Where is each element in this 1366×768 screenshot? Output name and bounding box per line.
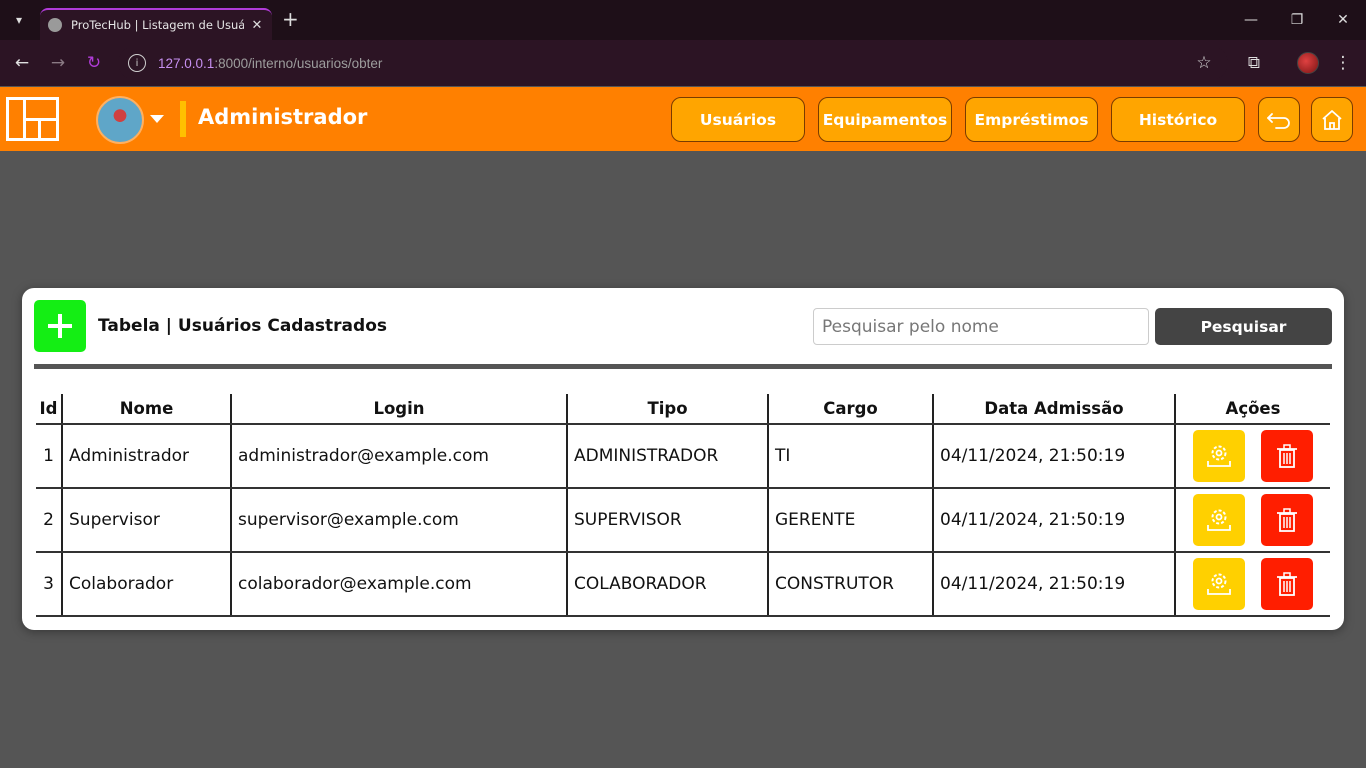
- cell-data-admissao: 04/11/2024, 21:50:19: [932, 552, 1175, 617]
- cell-nome: Supervisor: [61, 488, 231, 553]
- tab-title: ProTecHub | Listagem de Usuários: [71, 18, 244, 32]
- cell-cargo: CONSTRUTOR: [767, 552, 933, 617]
- url-text: 127.0.0.1:8000/interno/usuarios/obter: [158, 55, 383, 71]
- role-separator: [180, 101, 186, 137]
- plus-icon: [48, 314, 72, 338]
- nav-historico-button[interactable]: Histórico: [1111, 97, 1245, 142]
- gear-icon: [1207, 509, 1232, 531]
- logout-button[interactable]: [1258, 97, 1300, 142]
- delete-user-button[interactable]: [1260, 430, 1313, 482]
- minimize-icon[interactable]: —: [1240, 10, 1262, 30]
- extensions-icon[interactable]: ⧉: [1243, 52, 1265, 74]
- col-header-tipo: Tipo: [566, 394, 768, 425]
- globe-icon: [48, 18, 62, 32]
- cell-tipo: SUPERVISOR: [566, 488, 768, 553]
- close-window-icon[interactable]: ✕: [1332, 10, 1354, 30]
- logo-icon[interactable]: [6, 97, 59, 141]
- divider: [34, 364, 1332, 369]
- card-title: Tabela | Usuários Cadastrados: [98, 316, 387, 336]
- cell-login: colaborador@example.com: [230, 552, 567, 617]
- trash-icon: [1276, 508, 1297, 532]
- users-table-card: Tabela | Usuários Cadastrados Pesquisar …: [22, 288, 1344, 630]
- table-header-row: Id Nome Login Tipo Cargo Data Admissão A…: [36, 394, 1330, 425]
- trash-icon: [1276, 444, 1297, 468]
- new-tab-icon[interactable]: +: [282, 8, 299, 30]
- cell-nome: Colaborador: [61, 552, 231, 617]
- delete-user-button[interactable]: [1260, 494, 1313, 546]
- site-info-icon[interactable]: i: [128, 54, 146, 72]
- gear-icon: [1207, 573, 1232, 595]
- app-header: Administrador Usuários Equipamentos Empr…: [0, 87, 1366, 151]
- col-header-id: Id: [36, 394, 62, 425]
- cell-actions: [1174, 424, 1330, 489]
- cell-id: 2: [36, 488, 62, 553]
- home-icon: [1322, 109, 1342, 130]
- user-avatar[interactable]: [96, 96, 144, 144]
- table-row: 3 Colaborador colaborador@example.com CO…: [36, 552, 1330, 617]
- cell-nome: Administrador: [61, 424, 231, 489]
- nav-emprestimos-button[interactable]: Empréstimos: [965, 97, 1098, 142]
- reload-icon[interactable]: ↻: [83, 52, 105, 74]
- browser-tab[interactable]: ProTecHub | Listagem de Usuários ✕: [40, 8, 272, 40]
- browser-tabbar: ▾ ProTecHub | Listagem de Usuários ✕ + —…: [0, 0, 1366, 40]
- home-button[interactable]: [1311, 97, 1353, 142]
- delete-user-button[interactable]: [1260, 558, 1313, 610]
- bookmark-star-icon[interactable]: ☆: [1193, 52, 1215, 74]
- edit-user-button[interactable]: [1193, 430, 1246, 482]
- menu-kebab-icon[interactable]: ⋮: [1332, 52, 1354, 74]
- chevron-down-icon[interactable]: [150, 115, 164, 123]
- return-arrow-icon: [1267, 112, 1290, 129]
- table-row: 2 Supervisor supervisor@example.com SUPE…: [36, 488, 1330, 553]
- col-header-cargo: Cargo: [767, 394, 933, 425]
- edit-user-button[interactable]: [1193, 558, 1246, 610]
- col-header-login: Login: [230, 394, 567, 425]
- search-input[interactable]: [813, 308, 1149, 345]
- nav-equipamentos-button[interactable]: Equipamentos: [818, 97, 952, 142]
- add-user-button[interactable]: [34, 300, 86, 352]
- cell-id: 3: [36, 552, 62, 617]
- tab-search-dropdown-icon[interactable]: ▾: [8, 9, 30, 31]
- cell-data-admissao: 04/11/2024, 21:50:19: [932, 488, 1175, 553]
- search-button[interactable]: Pesquisar: [1155, 308, 1332, 345]
- cell-actions: [1174, 552, 1330, 617]
- back-icon[interactable]: ←: [11, 52, 33, 74]
- nav-usuarios-button[interactable]: Usuários: [671, 97, 805, 142]
- cell-login: supervisor@example.com: [230, 488, 567, 553]
- browser-toolbar: ← → ↻ i 127.0.0.1:8000/interno/usuarios/…: [0, 40, 1366, 86]
- profile-avatar-icon[interactable]: [1297, 52, 1319, 74]
- table-row: 1 Administrador administrador@example.co…: [36, 424, 1330, 489]
- cell-login: administrador@example.com: [230, 424, 567, 489]
- edit-user-button[interactable]: [1193, 494, 1246, 546]
- role-label: Administrador: [198, 105, 368, 129]
- cell-id: 1: [36, 424, 62, 489]
- close-tab-icon[interactable]: ✕: [250, 18, 264, 33]
- restore-icon[interactable]: ❐: [1286, 10, 1308, 30]
- trash-icon: [1276, 572, 1297, 596]
- cell-cargo: GERENTE: [767, 488, 933, 553]
- col-header-data-admissao: Data Admissão: [932, 394, 1175, 425]
- address-bar[interactable]: i 127.0.0.1:8000/interno/usuarios/obter: [118, 46, 1228, 80]
- cell-actions: [1174, 488, 1330, 553]
- users-table: Id Nome Login Tipo Cargo Data Admissão A…: [36, 394, 1330, 617]
- cell-cargo: TI: [767, 424, 933, 489]
- forward-icon[interactable]: →: [47, 52, 69, 74]
- gear-icon: [1207, 445, 1232, 467]
- cell-tipo: COLABORADOR: [566, 552, 768, 617]
- col-header-acoes: Ações: [1174, 394, 1330, 425]
- cell-data-admissao: 04/11/2024, 21:50:19: [932, 424, 1175, 489]
- cell-tipo: ADMINISTRADOR: [566, 424, 768, 489]
- col-header-nome: Nome: [61, 394, 231, 425]
